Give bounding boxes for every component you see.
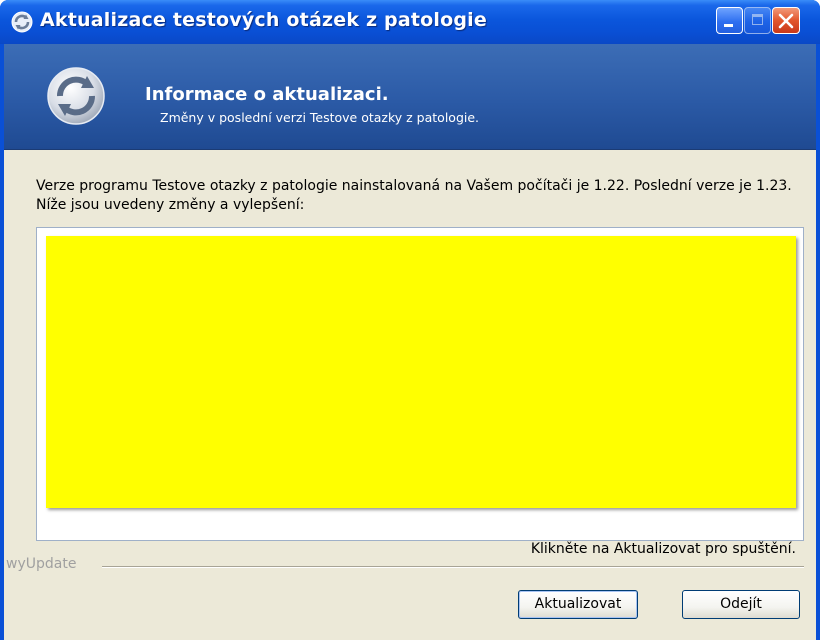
minimize-button[interactable] — [716, 7, 743, 34]
close-button[interactable] — [772, 7, 800, 34]
title-bar[interactable]: Aktualizace testových otázek z patologie — [0, 0, 820, 44]
dialog-client-area: Informace o aktualizaci. Změny v posledn… — [4, 44, 816, 640]
maximize-button[interactable] — [744, 7, 771, 34]
update-description: Verze programu Testove otazky z patologi… — [36, 178, 792, 213]
changes-list-box[interactable] — [36, 227, 804, 541]
header-subtitle: Změny v poslední verzi Testove otazky z … — [160, 110, 480, 125]
update-refresh-icon — [11, 11, 33, 33]
dialog-header: Informace o aktualizaci. Změny v posledn… — [4, 44, 816, 150]
update-button[interactable]: Aktualizovat — [518, 590, 638, 619]
brand-label: wyUpdate — [6, 556, 77, 572]
footer-divider — [102, 566, 804, 568]
window-title: Aktualizace testových otázek z patologie — [40, 9, 487, 31]
status-text: Klikněte na Aktualizovat pro spuštění. — [530, 541, 796, 557]
header-title: Informace o aktualizaci. — [145, 84, 389, 105]
update-refresh-icon — [47, 67, 105, 125]
exit-button[interactable]: Odejít — [682, 590, 800, 619]
update-dialog-window: Aktualizace testových otázek z patologie — [0, 0, 820, 640]
changes-content-area[interactable] — [46, 236, 796, 508]
close-icon — [778, 13, 794, 29]
